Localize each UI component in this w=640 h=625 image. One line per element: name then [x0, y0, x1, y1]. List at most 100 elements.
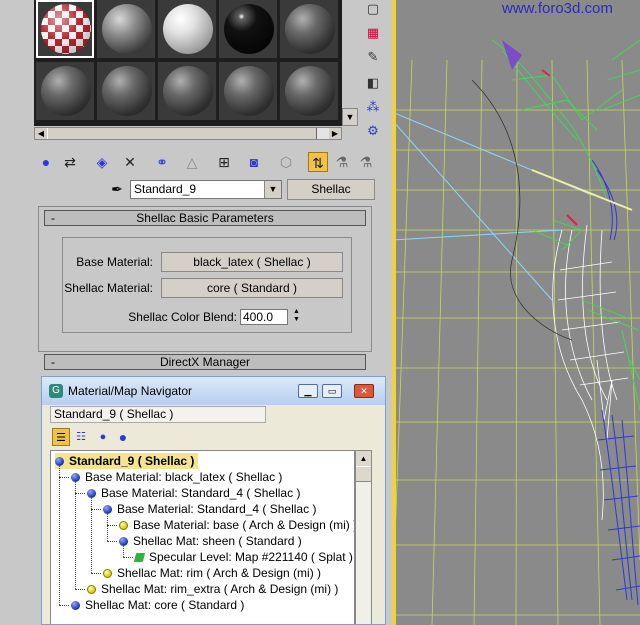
shellac-material-button[interactable]: core ( Standard ) [161, 278, 343, 298]
sample-type-icon[interactable]: ▢ [364, 0, 382, 18]
material-slot[interactable] [36, 62, 94, 120]
chevron-down-icon[interactable]: ▼ [264, 181, 281, 198]
scroll-up-arrow-icon[interactable]: ▲ [356, 451, 371, 466]
watermark-text: www.foro3d.com [502, 0, 613, 17]
go-forward-icon[interactable]: ⚗ [332, 152, 352, 172]
tree-item-label: Base Material: Standard_4 ( Shellac ) [117, 502, 317, 516]
navigator-current-material: Standard_9 ( Shellac ) [50, 406, 266, 423]
tree-connector [59, 477, 69, 478]
tree-item-label: Base Material: Standard_4 ( Shellac ) [101, 486, 301, 500]
tree-item[interactable]: Base Material: Standard_4 ( Shellac ) [87, 485, 300, 501]
material-slot[interactable] [280, 62, 338, 120]
material-slot[interactable] [219, 0, 277, 58]
color-blend-spinner[interactable]: ▲ ▼ [290, 308, 303, 326]
scroll-left-arrow-icon[interactable]: ◀ [35, 128, 47, 139]
go-to-parent-active-icon[interactable]: ⇅ [308, 152, 328, 172]
shellac-basic-parameters-header[interactable]: - Shellac Basic Parameters [44, 210, 366, 226]
material-sphere-preview [102, 66, 152, 116]
show-end-result-icon[interactable]: ⬡ [276, 152, 296, 172]
material-name-value: Standard_9 [134, 182, 197, 196]
show-map-icon[interactable]: ◙ [244, 152, 264, 172]
maximize-button[interactable]: ▭ [322, 384, 342, 398]
material-map-navigator-window: G Material/Map Navigator ▁ ▭ ✕ Standard_… [41, 376, 386, 625]
material-slot[interactable] [158, 0, 216, 58]
tree-connector [75, 589, 85, 590]
tree-item-label: Shellac Mat: rim_extra ( Arch & Design (… [101, 582, 339, 596]
side-toolbar: ▢ ▦ ✎ ◧ ⁂ ⚙ [358, 0, 388, 145]
tree-item-label: Specular Level: Map #221140 ( Splat ) [149, 550, 353, 564]
assign-to-selection-icon[interactable]: ◈ [92, 152, 112, 172]
tree-item[interactable]: Base Material: base ( Arch & Design (mi)… [119, 517, 354, 533]
get-material-icon[interactable]: ● [36, 152, 56, 172]
material-id-icon[interactable]: ⊞ [214, 152, 234, 172]
options-icon[interactable]: ⚙ [364, 122, 382, 140]
tree-connector [75, 482, 76, 589]
material-slot[interactable] [219, 62, 277, 120]
wireframe-scene [392, 39, 640, 625]
scroll-thumb[interactable] [356, 466, 371, 482]
view-list-icons-icon[interactable]: ☷ [72, 428, 90, 446]
material-slot[interactable] [280, 0, 338, 58]
pick-material-eyedropper-icon[interactable]: ✒ [108, 180, 126, 198]
tree-item[interactable]: Shellac Mat: rim_extra ( Arch & Design (… [87, 581, 338, 597]
parameters-group: Base Material: black_latex ( Shellac ) S… [62, 237, 352, 333]
material-type-button[interactable]: Shellac [287, 179, 375, 200]
tree-item[interactable]: Shellac Mat: core ( Standard ) [71, 597, 244, 613]
rollout-title: Shellac Basic Parameters [136, 211, 274, 225]
delete-icon[interactable]: ✕ [120, 152, 140, 172]
directx-manager-header[interactable]: - DirectX Manager [44, 354, 366, 370]
tree-item[interactable]: Base Material: black_latex ( Shellac ) [71, 469, 282, 485]
tree-item[interactable]: Shellac Mat: rim ( Arch & Design (mi) ) [103, 565, 321, 581]
material-sphere-preview [41, 4, 91, 54]
sample-uv-tiling-icon[interactable]: ✎ [364, 48, 382, 66]
shellac-color-blend-input[interactable]: 400.0 [240, 309, 288, 325]
material-slot[interactable] [97, 0, 155, 58]
video-color-check-icon[interactable]: ◧ [364, 74, 382, 92]
shellac-material-label: Shellac Material: [64, 281, 153, 295]
scroll-thumb[interactable] [47, 128, 317, 139]
view-small-icons-icon[interactable]: ● [94, 428, 112, 446]
tree-root-item[interactable]: Standard_9 ( Shellac ) [55, 453, 199, 469]
collapse-icon: - [51, 211, 55, 225]
tree-connector [91, 509, 101, 510]
put-to-scene-icon[interactable]: ⇄ [60, 152, 80, 172]
tree-connector [107, 541, 117, 542]
slots-horizontal-scrollbar[interactable]: ◀ ▶ [34, 127, 342, 140]
tree-item-label: Standard_9 ( Shellac ) [69, 454, 195, 468]
view-list-icon[interactable]: ☰ [52, 428, 70, 446]
tree-vertical-scrollbar[interactable]: ▲ [355, 450, 372, 624]
tree-item-label: Shellac Mat: sheen ( Standard ) [133, 534, 302, 548]
material-sphere-preview [285, 66, 335, 116]
scroll-right-arrow-icon[interactable]: ▶ [329, 128, 341, 139]
pick-icon[interactable]: ⚗ [356, 152, 376, 172]
close-button[interactable]: ✕ [354, 384, 374, 398]
map-icon [133, 553, 146, 562]
rollout-title: DirectX Manager [159, 355, 251, 369]
tree-item[interactable]: Specular Level: Map #221140 ( Splat ) [133, 549, 353, 565]
sample-slots-dropdown-icon[interactable]: ▼ [342, 108, 358, 126]
material-sphere-preview [224, 4, 274, 54]
material-sphere-icon [103, 569, 112, 578]
material-slot[interactable] [36, 0, 94, 58]
tree-connector [91, 498, 92, 573]
navigator-title-bar[interactable]: G Material/Map Navigator ▁ ▭ ✕ [42, 377, 385, 405]
minimize-button[interactable]: ▁ [298, 384, 318, 398]
tree-item[interactable]: Shellac Mat: sheen ( Standard ) [119, 533, 302, 549]
navigator-toolbar: ☰ ☷ ● ● [50, 427, 150, 447]
material-slot[interactable] [158, 62, 216, 120]
put-to-library-icon[interactable]: △ [182, 152, 202, 172]
material-name-field[interactable]: Standard_9 ▼ [130, 180, 282, 199]
material-tree: Standard_9 ( Shellac ) Base Material: bla… [50, 450, 355, 624]
tree-connector [123, 546, 124, 557]
tree-item[interactable]: Base Material: Standard_4 ( Shellac ) [103, 501, 316, 517]
background-icon[interactable]: ▦ [364, 24, 382, 42]
viewport-perspective[interactable] [392, 0, 640, 625]
base-material-label: Base Material: [76, 255, 153, 269]
base-material-button[interactable]: black_latex ( Shellac ) [161, 252, 343, 272]
material-slot[interactable] [97, 62, 155, 120]
app-logo-icon: G [49, 384, 63, 398]
tree-connector [91, 573, 101, 574]
make-preview-icon[interactable]: ⁂ [364, 98, 382, 116]
view-large-icons-icon[interactable]: ● [114, 428, 132, 446]
make-unique-icon[interactable]: ⚭ [152, 152, 172, 172]
